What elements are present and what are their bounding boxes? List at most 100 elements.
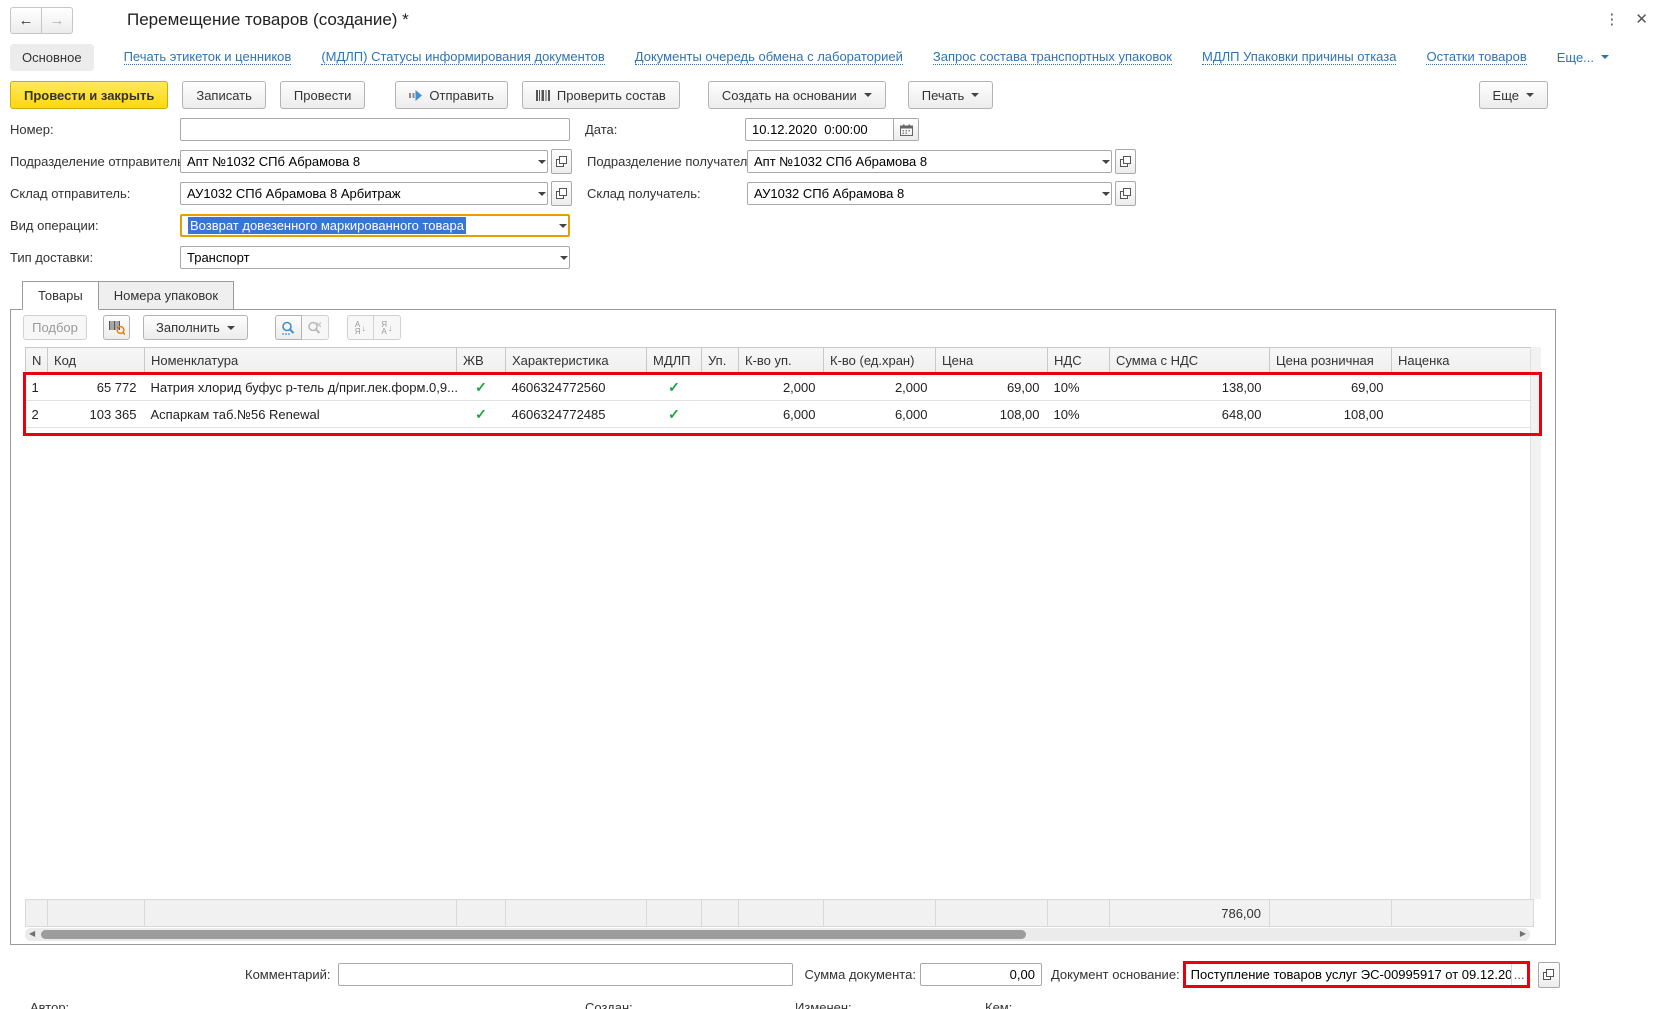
department-to-input[interactable]: Апт №1032 СПб Абрамова 8 xyxy=(747,150,1112,173)
col-header-price[interactable]: Цена xyxy=(936,348,1048,374)
nav-link-transport-pack-request[interactable]: Запрос состава транспортных упаковок xyxy=(933,49,1172,65)
warehouse-from-open-button[interactable] xyxy=(551,181,572,206)
send-button[interactable]: Отправить xyxy=(395,81,507,109)
col-header-pack[interactable]: Уп. xyxy=(702,348,739,374)
table-row[interactable]: 2 103 365 Аспаркам таб.№56 Renewal ✓ 460… xyxy=(26,401,1534,428)
department-from-input[interactable]: Апт №1032 СПб Абрамова 8 xyxy=(180,150,548,173)
tab-goods[interactable]: Товары xyxy=(22,281,99,310)
department-to-open-button[interactable] xyxy=(1115,149,1136,174)
command-toolbar: Провести и закрыть Записать Провести Отп… xyxy=(0,80,1658,110)
col-header-total-with-vat[interactable]: Сумма с НДС xyxy=(1110,348,1270,374)
save-button[interactable]: Записать xyxy=(182,81,266,109)
col-header-mdlp[interactable]: МДЛП xyxy=(647,348,702,374)
back-button[interactable]: ← xyxy=(10,7,42,34)
kebab-icon[interactable]: ⋮ xyxy=(1604,10,1619,28)
fill-button[interactable]: Заполнить xyxy=(143,315,248,340)
chevron-down-icon[interactable] xyxy=(1094,151,1111,172)
row-delivery-type: Тип доставки: Транспорт xyxy=(10,246,1658,269)
col-header-nomenclature[interactable]: Номенклатура xyxy=(145,348,457,374)
basis-document-input[interactable]: Поступление товаров услуг ЭС-00995917 от… xyxy=(1183,961,1530,988)
col-header-vat[interactable]: НДС xyxy=(1048,348,1110,374)
search-cancel-icon xyxy=(307,321,322,335)
post-and-close-button[interactable]: Провести и закрыть xyxy=(10,81,168,109)
col-header-n[interactable]: N xyxy=(26,348,48,374)
audit-labels-row: Автор: Создан: Изменен: Кем: xyxy=(0,1000,1658,1009)
basis-document-open-button[interactable] xyxy=(1538,962,1560,988)
nav-more-button[interactable]: Еще... xyxy=(1557,50,1609,65)
document-sum-input[interactable]: 0,00 xyxy=(920,963,1042,986)
document-window: ← → Перемещение товаров (создание) * ⋮ ✕… xyxy=(0,0,1658,1009)
warehouse-from-input[interactable]: АУ1032 СПб Абрамова 8 Арбитраж xyxy=(180,182,548,205)
col-header-vital[interactable]: ЖВ xyxy=(457,348,506,374)
window-controls: ⋮ ✕ xyxy=(1604,10,1648,28)
close-icon[interactable]: ✕ xyxy=(1635,10,1648,28)
forward-button[interactable]: → xyxy=(42,7,73,34)
nav-link-mdlp-refusal-reasons[interactable]: МДЛП Упаковки причины отказа xyxy=(1202,49,1396,65)
row-operation-kind: Вид операции: Возврат довезенного маркир… xyxy=(10,214,1658,237)
chevron-down-icon[interactable] xyxy=(1094,183,1111,204)
more-actions-button[interactable]: Еще xyxy=(1479,81,1548,109)
open-icon xyxy=(556,188,567,199)
goods-table-header-row: N Код Номенклатура ЖВ Характеристика МДЛ… xyxy=(26,348,1534,374)
sort-descending-button[interactable]: ЯА↓ xyxy=(374,315,401,340)
search-cancel-button[interactable] xyxy=(302,315,329,340)
pick-button[interactable]: Подбор xyxy=(23,315,87,340)
tab-package-numbers[interactable]: Номера упаковок xyxy=(99,281,234,310)
check-icon: ✓ xyxy=(475,379,487,395)
comment-input[interactable] xyxy=(338,963,793,986)
scroll-left-icon[interactable]: ◀ xyxy=(29,929,35,938)
department-from-open-button[interactable] xyxy=(551,149,572,174)
selected-text: Возврат довезенного маркированного товар… xyxy=(188,217,466,234)
nav-link-goods-remains[interactable]: Остатки товаров xyxy=(1426,49,1526,65)
operation-kind-label: Вид операции: xyxy=(10,218,180,233)
back-icon: ← xyxy=(19,12,34,29)
col-header-qty-pack[interactable]: К-во уп. xyxy=(739,348,824,374)
calendar-button[interactable] xyxy=(893,119,918,140)
nav-link-mdlp-statuses[interactable]: (МДЛП) Статусы информирования документов xyxy=(321,49,604,65)
post-button[interactable]: Провести xyxy=(280,81,366,109)
warehouse-to-open-button[interactable] xyxy=(1115,181,1136,206)
horizontal-scrollbar[interactable]: ◀ ▶ xyxy=(25,928,1530,941)
goods-table: N Код Номенклатура ЖВ Характеристика МДЛ… xyxy=(25,347,1534,428)
horizontal-scrollbar-thumb[interactable] xyxy=(41,930,1026,939)
barcode-icon xyxy=(536,90,550,101)
warehouse-to-input[interactable]: АУ1032 СПб Абрамова 8 xyxy=(747,182,1112,205)
open-icon xyxy=(1120,156,1131,167)
number-input[interactable] xyxy=(180,118,570,141)
tab-main[interactable]: Основное xyxy=(10,44,94,71)
ellipsis-icon[interactable]: ... xyxy=(1511,964,1527,985)
date-input[interactable]: 10.12.2020 0:00:00 xyxy=(745,118,919,141)
modified-label: Изменен: xyxy=(795,1000,852,1009)
search-button[interactable] xyxy=(275,315,302,340)
warehouse-to-label: Склад получатель: xyxy=(587,186,747,201)
chevron-down-icon[interactable] xyxy=(530,151,547,172)
chevron-down-icon[interactable] xyxy=(551,216,568,235)
table-row[interactable]: 1 65 772 Натрия хлорид буфус р-тель д/пр… xyxy=(26,374,1534,401)
chevron-down-icon[interactable] xyxy=(552,247,569,268)
col-header-code[interactable]: Код xyxy=(48,348,145,374)
created-label: Создан: xyxy=(585,1000,633,1009)
chevron-down-icon[interactable] xyxy=(530,183,547,204)
author-label: Автор: xyxy=(30,1000,69,1009)
col-header-retail-price[interactable]: Цена розничная xyxy=(1270,348,1392,374)
operation-kind-input[interactable]: Возврат довезенного маркированного товар… xyxy=(180,214,570,237)
delivery-type-input[interactable]: Транспорт xyxy=(180,246,570,269)
row-number-date: Номер: Дата: 10.12.2020 0:00:00 xyxy=(10,118,1658,141)
total-sum-value: 786,00 xyxy=(1110,900,1270,927)
col-header-markup[interactable]: Наценка xyxy=(1392,348,1534,374)
col-header-characteristic[interactable]: Характеристика xyxy=(506,348,647,374)
check-icon: ✓ xyxy=(668,406,680,422)
nav-link-lab-exchange-queue[interactable]: Документы очередь обмена с лабораторией xyxy=(635,49,903,65)
col-header-qty-store[interactable]: К-во (ед.хран) xyxy=(824,348,936,374)
vertical-scrollbar[interactable] xyxy=(1530,347,1541,899)
create-based-on-button[interactable]: Создать на основании xyxy=(708,81,886,109)
nav-link-labels-print[interactable]: Печать этикеток и ценников xyxy=(124,49,292,65)
history-nav: ← → xyxy=(10,7,73,34)
sort-ascending-button[interactable]: АЯ↓ xyxy=(347,315,374,340)
print-button[interactable]: Печать xyxy=(908,81,994,109)
scroll-right-icon[interactable]: ▶ xyxy=(1520,929,1526,938)
scan-barcode-button[interactable] xyxy=(103,315,130,340)
chevron-down-icon xyxy=(227,326,235,330)
check-content-button[interactable]: Проверить состав xyxy=(522,81,680,109)
open-icon xyxy=(556,156,567,167)
